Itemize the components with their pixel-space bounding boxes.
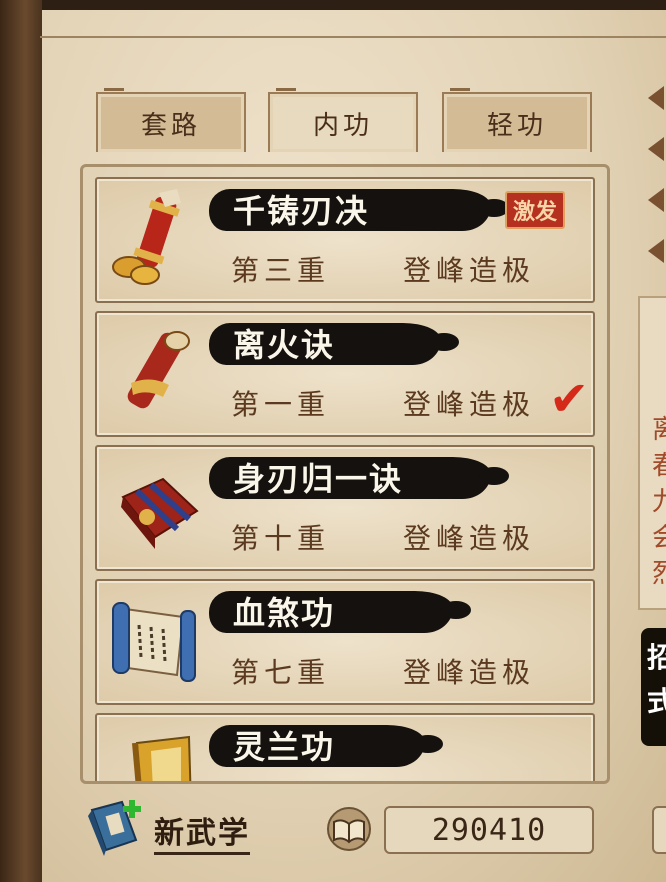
moves-tab-char: 招 — [646, 641, 666, 674]
tab-lightness-skill[interactable]: 轻功 — [442, 88, 592, 152]
tab-inner-power[interactable]: 内功 — [268, 88, 418, 152]
skill-name: 千铸刃决 — [233, 192, 370, 230]
side-arrow-4[interactable] — [648, 239, 664, 263]
skill-rank: 登峰造极 — [403, 656, 536, 689]
skill-card[interactable]: 身刃归一诀 第十重 登峰造极 — [95, 445, 595, 571]
skill-card[interactable]: 灵兰功 — [95, 713, 595, 781]
skill-rank: 登峰造极 — [403, 522, 536, 555]
skill-name: 血煞功 — [233, 594, 336, 632]
moves-tab-char: 式 — [646, 685, 666, 718]
red-scroll-with-coins-icon — [112, 189, 181, 285]
side-info-panel: 离 春 九 会 烈 — [638, 296, 666, 610]
left-frame — [0, 0, 42, 882]
tab-label: 轻功 — [486, 110, 547, 141]
top-divider — [40, 36, 666, 38]
side-arrow-3[interactable] — [648, 188, 664, 212]
tab-routine[interactable]: 套路 — [96, 88, 246, 152]
red-tied-book-icon — [121, 477, 199, 549]
skill-name: 灵兰功 — [233, 728, 336, 766]
side-arrows — [648, 86, 664, 290]
side-arrow-1[interactable] — [648, 86, 664, 110]
skill-level: 第十重 — [231, 522, 331, 555]
skill-card[interactable]: 血煞功 第七重 登峰造极 — [95, 579, 595, 705]
activated-badge: 激发 — [505, 191, 566, 229]
open-book-icon — [327, 807, 371, 851]
skill-list[interactable]: 千铸刃决 激发 第三重 登峰造极 离火诀 第一重 登峰造极 ✔ 身刃归一诀 第十… — [80, 164, 610, 784]
skill-rank: 登峰造极 — [403, 254, 536, 287]
red-scroll-icon — [127, 331, 190, 409]
tab-corner-ornament — [276, 88, 296, 101]
new-skill-book-icon[interactable] — [84, 798, 146, 858]
tab-label: 内功 — [312, 110, 373, 141]
tab-corner-ornament — [450, 88, 470, 101]
tab-label: 套路 — [140, 110, 201, 141]
side-stub-button[interactable] — [652, 806, 666, 854]
selected-check-icon: ✔ — [549, 371, 590, 427]
skill-level: 第一重 — [231, 388, 331, 421]
side-arrow-2[interactable] — [648, 137, 664, 161]
side-panel-char: 九 — [652, 487, 666, 517]
skill-rank: 登峰造极 — [403, 388, 536, 421]
skill-name: 离火诀 — [233, 326, 336, 364]
blue-scroll-icon — [112, 602, 196, 682]
side-panel-char: 春 — [652, 451, 666, 481]
side-panel-char: 会 — [652, 523, 666, 553]
skill-level: 第七重 — [231, 656, 331, 689]
tab-corner-ornament — [104, 88, 124, 101]
points-value: 290410 — [384, 806, 594, 854]
yellow-book-icon — [132, 735, 192, 781]
skill-card[interactable]: 离火诀 第一重 登峰造极 ✔ — [95, 311, 595, 437]
skill-name: 身刃归一诀 — [233, 460, 404, 498]
skill-card[interactable]: 千铸刃决 激发 第三重 登峰造极 — [95, 177, 595, 303]
side-panel-char: 烈 — [652, 559, 666, 589]
side-panel-char: 离 — [652, 415, 666, 445]
skill-level: 第三重 — [231, 254, 331, 287]
moves-side-tab[interactable]: 招 式 — [641, 628, 666, 746]
new-skill-label[interactable]: 新武学 — [154, 808, 250, 855]
